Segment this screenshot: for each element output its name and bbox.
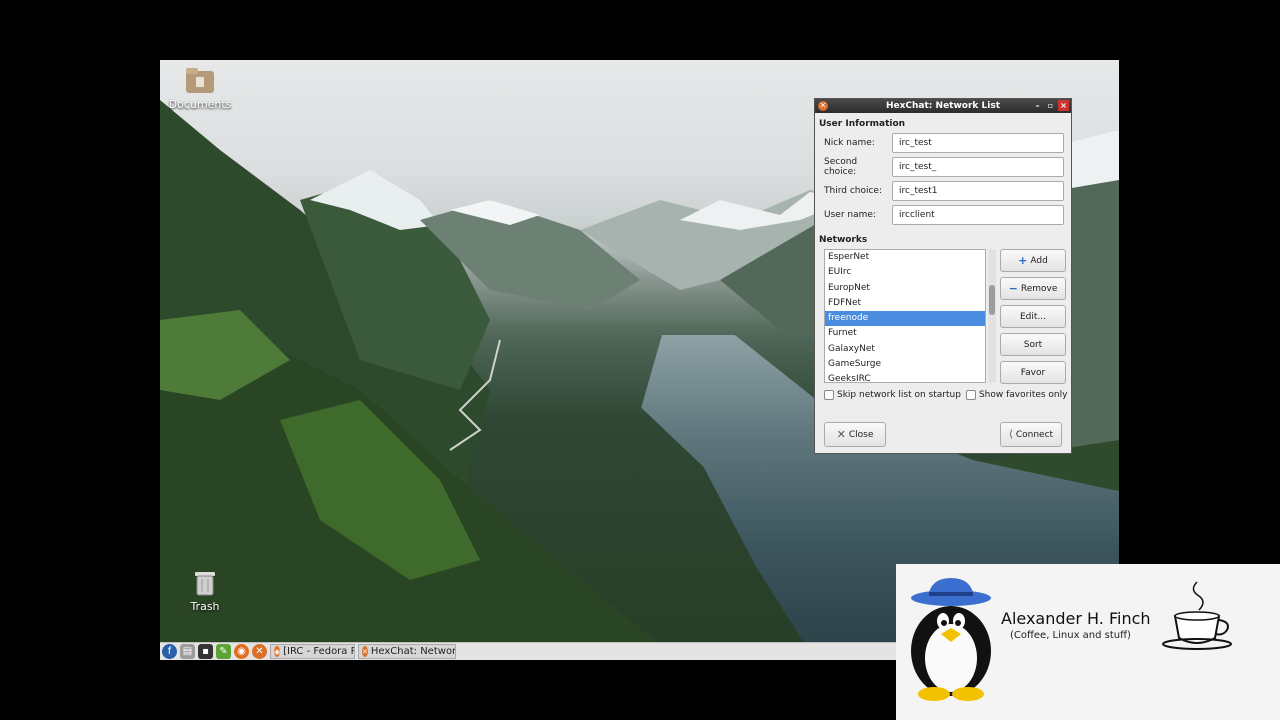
minus-icon: − [1008, 282, 1018, 295]
options-row: Skip network list on startup Show favori… [815, 384, 1071, 400]
editor-icon[interactable]: ✎ [216, 644, 231, 659]
user-name-label: User name: [824, 210, 876, 220]
list-item[interactable]: GameSurge [825, 357, 985, 372]
task-hexchat[interactable]: ✕ HexChat: Networ... [358, 644, 456, 659]
close-x-icon: ✕ [836, 428, 846, 441]
skip-label: Skip network list on startup [837, 390, 961, 400]
plus-icon: + [1018, 254, 1028, 267]
remove-label: Remove [1020, 283, 1058, 294]
third-choice-label: Third choice: [824, 186, 882, 196]
minimize-icon[interactable]: – [1032, 100, 1043, 111]
edit-network-button[interactable]: Edit... [1000, 305, 1066, 328]
edit-label: Edit... [1019, 311, 1046, 322]
list-item[interactable]: Furnet [825, 326, 985, 341]
firefox-task-icon: ◉ [274, 646, 281, 657]
add-label: Add [1030, 255, 1048, 266]
hexchat-task-icon: ✕ [362, 646, 368, 657]
hexchat-launcher-icon[interactable]: ✕ [252, 644, 267, 659]
close-button[interactable]: ✕ Close [824, 422, 886, 447]
list-item[interactable]: EUIrc [825, 265, 985, 280]
maximize-icon[interactable]: ▫ [1045, 100, 1056, 111]
sort-networks-button[interactable]: Sort [1000, 333, 1066, 356]
folder-icon [185, 66, 215, 94]
fedora-menu-icon[interactable]: f [162, 644, 177, 659]
nick-row: Nick name: [815, 131, 1071, 155]
nick-name-field[interactable] [892, 133, 1064, 153]
second-choice-label: Second choice: [824, 157, 858, 177]
user-info-heading: User Information [819, 119, 906, 129]
firefox-icon[interactable]: ◉ [234, 644, 249, 659]
files-icon[interactable]: ▤ [180, 644, 195, 659]
trash-desktop-icon[interactable]: Trash [165, 568, 245, 613]
list-item[interactable]: GalaxyNet [825, 342, 985, 357]
third-choice-field[interactable] [892, 181, 1064, 201]
close-icon[interactable]: × [1058, 100, 1069, 111]
trash-label: Trash [190, 600, 220, 613]
user-name-field[interactable] [892, 205, 1064, 225]
presenter-subtitle: (Coffee, Linux and stuff) [1010, 630, 1131, 641]
task-firefox-label: [IRC - Fedora Proj... [283, 646, 354, 657]
documents-label: Documents [168, 98, 232, 111]
list-item[interactable]: FDFNet [825, 296, 985, 311]
networks-heading: Networks [819, 235, 868, 245]
second-choice-field[interactable] [892, 157, 1064, 177]
favorites-label: Show favorites only [978, 390, 1068, 400]
network-list-scrollbar[interactable] [988, 249, 996, 383]
list-item-selected[interactable]: freenode [825, 311, 985, 327]
network-list[interactable]: EsperNet EUIrc EuropNet FDFNet freenode … [824, 249, 986, 383]
second-choice-row: Second choice: [815, 155, 1071, 179]
sort-label: Sort [1023, 339, 1043, 350]
connect-button[interactable]: ⟨ Connect [1000, 422, 1062, 447]
show-favorites-checkbox[interactable] [965, 390, 976, 400]
connect-icon: ⟨ [1008, 429, 1013, 440]
list-item[interactable]: EsperNet [825, 250, 985, 265]
window-title: HexChat: Network List [885, 101, 1001, 111]
trash-icon [190, 568, 220, 596]
hexchat-logo-icon: ✕ [818, 101, 828, 111]
nick-label: Nick name: [824, 138, 875, 148]
window-titlebar[interactable]: ✕ HexChat: Network List – ▫ × [815, 99, 1071, 113]
favor-label: Favor [1020, 367, 1046, 378]
add-network-button[interactable]: + Add [1000, 249, 1066, 272]
coffee-cup-icon [1162, 581, 1232, 650]
close-label: Close [848, 429, 874, 440]
remove-network-button[interactable]: − Remove [1000, 277, 1066, 300]
list-item[interactable]: EuropNet [825, 281, 985, 296]
presenter-name: Alexander H. Finch [1001, 609, 1151, 628]
user-name-row: User name: [815, 203, 1071, 227]
third-choice-row: Third choice: [815, 179, 1071, 203]
task-firefox-irc[interactable]: ◉ [IRC - Fedora Proj... [270, 644, 355, 659]
skip-network-list-checkbox[interactable] [824, 390, 834, 400]
hexchat-network-list-window: ✕ HexChat: Network List – ▫ × User Infor… [814, 98, 1072, 454]
documents-desktop-icon[interactable]: Documents [160, 66, 240, 111]
scrollbar-thumb[interactable] [989, 285, 995, 315]
list-item[interactable]: GeeksIRC [825, 372, 985, 382]
task-hexchat-label: HexChat: Networ... [370, 646, 456, 657]
terminal-icon[interactable]: ▪ [198, 644, 213, 659]
presenter-overlay: Alexander H. Finch (Coffee, Linux and st… [896, 564, 1280, 720]
favor-network-button[interactable]: Favor [1000, 361, 1066, 384]
connect-label: Connect [1015, 429, 1054, 440]
tux-fedora-mascot-icon [911, 578, 991, 701]
